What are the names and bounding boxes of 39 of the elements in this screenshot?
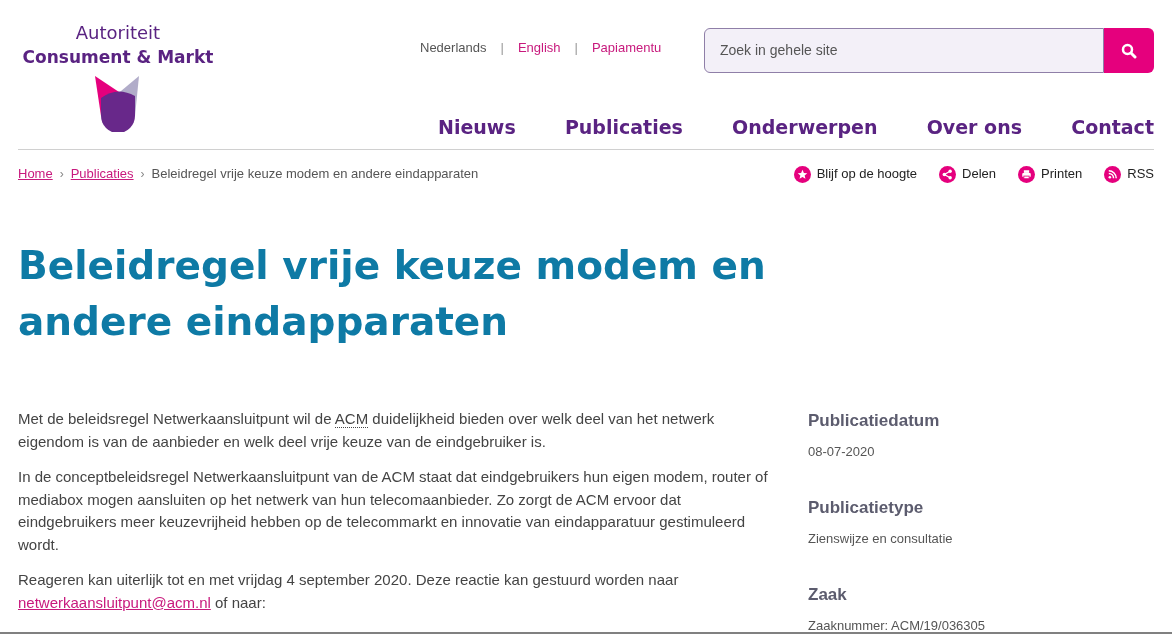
search-button[interactable] [1104, 28, 1154, 73]
paragraph: Reageren kan uiterlijk tot en met vrijdag 4 september 2020. Deze reactie kan gestuurd worden naar netwerkaansluitpunt@acm.nl of naar: [18, 570, 680, 613]
action-link[interactable]: Delen [939, 164, 997, 184]
language-link[interactable]: Nederlands [420, 38, 487, 58]
logo-text: Autoriteit [74, 21, 162, 45]
language-link[interactable]: English [517, 38, 561, 58]
language-link[interactable]: Papiamentu [591, 38, 662, 58]
nav-link[interactable]: Onderwerpen [732, 112, 878, 141]
section-heading: Publicatietype [808, 497, 925, 519]
section-value: Zienswijze en consultatie [808, 529, 954, 548]
separator-text: | [574, 39, 578, 57]
page-title: Beleidregel vrije keuze modem en andere eindapparaten [18, 242, 767, 346]
breadcrumb-link[interactable]: Home [18, 164, 53, 184]
nav-link[interactable]: Publicaties [564, 112, 683, 141]
share-icon [939, 165, 957, 183]
search-icon [1121, 42, 1137, 59]
chevron-icon: › [140, 165, 145, 183]
breadcrumb-current-page: Beleidregel vrije keuze modem en andere eindapparaten [151, 165, 479, 184]
logo-text: Consument & Markt [22, 46, 214, 69]
rss-icon [1104, 165, 1122, 183]
action-link[interactable]: Printen [1018, 164, 1083, 184]
email-link[interactable]: netwerkaansluitpunt@acm.nl [18, 593, 211, 611]
action-link[interactable]: RSS [1104, 164, 1154, 184]
search-field[interactable]: Zoek in gehele site [704, 28, 1104, 73]
nav-link[interactable]: Nieuws [438, 112, 516, 141]
nav-link[interactable]: Contact [1071, 112, 1154, 141]
section-heading: Publicatiedatum [808, 410, 941, 432]
paragraph: Met de beleidsregel Netwerkaansluitpunt wil de ACM duidelijkheid bieden over welk deel van het netwerk eigendom is van de aanbieder en welk deel vrije keuze van de eindgebruiker is. [18, 409, 716, 452]
section-heading: Zaak [808, 584, 848, 606]
action-link[interactable]: Blijf op de hoogte [793, 164, 918, 184]
paragraph: In de conceptbeleidsregel Netwerkaansluitpunt van de ACM staat dat eindgebruikers hun eigen modem, router of mediabox mogen aansluiten op het netwerk van hun telecomaanbieder. Zo zorgt de ACM ervoor dat eindgebruikers meer keuzevrijheid hebben op de telecommarkt en innovatie van eindapparatuur gestimuleerd wordt. [18, 467, 768, 555]
chevron-icon: › [59, 165, 64, 183]
separator-text: | [500, 39, 504, 57]
section-value: Zaaknummer: ACM/19/036305 [808, 616, 986, 634]
nav-link[interactable]: Over ons [926, 112, 1022, 141]
logo-icon [95, 76, 141, 132]
breadcrumb-link[interactable]: Publicaties [70, 164, 134, 184]
section-value: 08-07-2020 [808, 442, 876, 461]
printer-icon [1018, 165, 1036, 183]
